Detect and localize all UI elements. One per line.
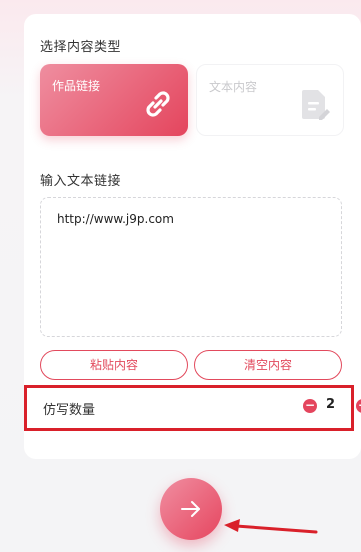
- link-icon: [140, 86, 176, 126]
- quantity-label: 仿写数量: [43, 403, 96, 418]
- clear-button[interactable]: 清空内容: [194, 350, 342, 380]
- link-textarea[interactable]: http://www.j9p.com: [40, 197, 342, 337]
- quantity-row: 仿写数量 − 2 +: [24, 385, 361, 431]
- quantity-value: 2: [326, 397, 336, 412]
- option-text-content-label: 文本内容: [209, 80, 258, 94]
- option-text-content[interactable]: 文本内容: [196, 64, 344, 136]
- option-work-link-label: 作品链接: [52, 79, 101, 93]
- link-text-value: http://www.j9p.com: [57, 212, 174, 226]
- paste-button[interactable]: 粘贴内容: [40, 350, 188, 380]
- content-type-title: 选择内容类型: [40, 40, 122, 55]
- arrow-right-icon: [181, 501, 200, 517]
- document-edit-icon: [301, 87, 331, 125]
- option-work-link[interactable]: 作品链接: [40, 64, 188, 136]
- minus-circle-icon[interactable]: −: [303, 399, 317, 413]
- submit-button[interactable]: [160, 478, 222, 540]
- input-section-title: 输入文本链接: [40, 174, 122, 189]
- annotation-arrow-icon: [224, 519, 318, 534]
